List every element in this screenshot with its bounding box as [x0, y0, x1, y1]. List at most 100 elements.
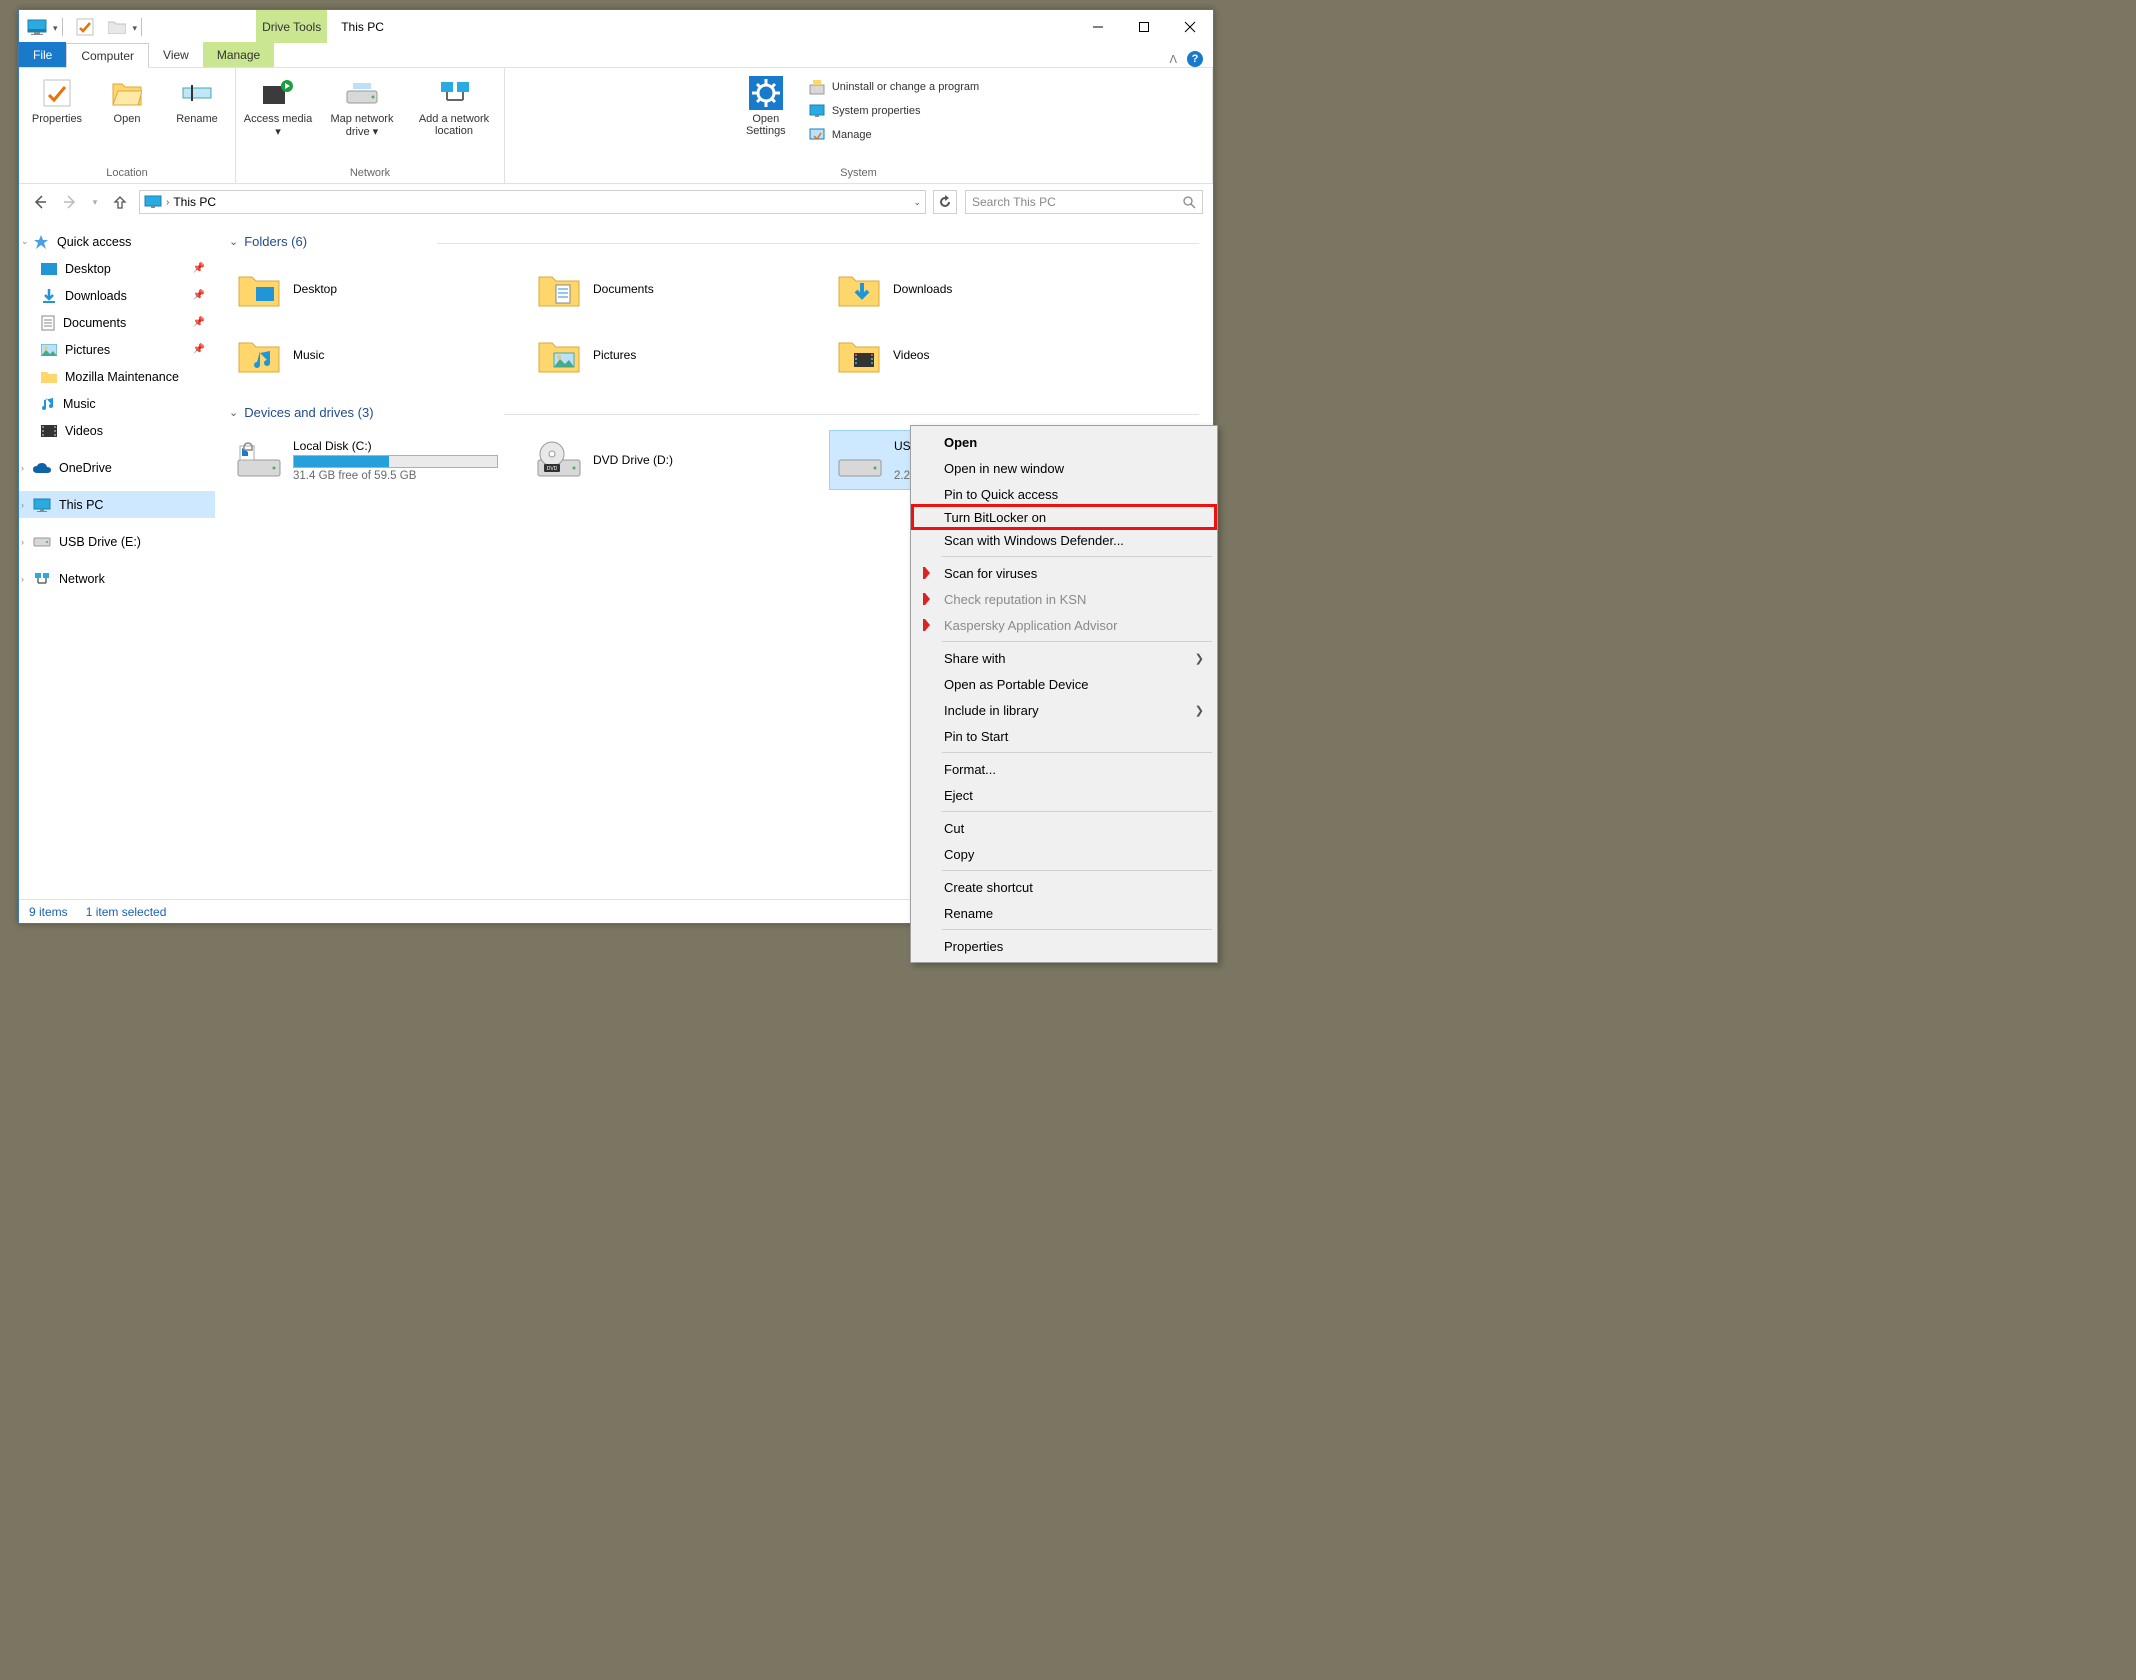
rename-label: Rename — [176, 113, 218, 125]
nav-downloads[interactable]: Downloads📌 — [19, 282, 215, 309]
drives-section-header[interactable]: Devices and drives (3) — [229, 405, 374, 420]
kaspersky-icon — [920, 591, 936, 607]
cm-scan-viruses[interactable]: Scan for viruses — [914, 560, 1214, 586]
ribbon-group-network: Access media ▾ Map network drive ▾ Add a… — [236, 68, 505, 183]
folder-documents[interactable]: Documents — [529, 259, 819, 319]
folder-music[interactable]: Music — [229, 325, 519, 385]
nav-network[interactable]: ›Network — [19, 565, 215, 592]
nav-documents[interactable]: Documents📌 — [19, 309, 215, 336]
open-button[interactable]: Open — [95, 72, 159, 165]
close-button[interactable] — [1167, 12, 1213, 42]
nav-recent-dropdown[interactable]: ▾ — [89, 191, 101, 213]
documents-icon — [41, 315, 55, 331]
nav-mozilla[interactable]: Mozilla Maintenance — [19, 363, 215, 390]
ribbon-group-system-label: System — [840, 165, 877, 181]
cm-create-shortcut[interactable]: Create shortcut — [914, 874, 1214, 900]
tab-view[interactable]: View — [149, 42, 203, 67]
folders-section-header[interactable]: Folders (6) — [229, 234, 307, 249]
rename-icon — [180, 76, 214, 110]
tab-file[interactable]: File — [19, 42, 66, 67]
cm-copy[interactable]: Copy — [914, 841, 1214, 867]
drive-capacity-bar — [293, 455, 498, 468]
cm-separator — [942, 752, 1212, 753]
rename-button[interactable]: Rename — [165, 72, 229, 165]
properties-label: Properties — [32, 113, 82, 125]
cm-cut[interactable]: Cut — [914, 815, 1214, 841]
collapse-ribbon-icon[interactable]: ᐱ — [1169, 53, 1177, 66]
nav-onedrive[interactable]: ›OneDrive — [19, 454, 215, 481]
app-icon[interactable] — [23, 13, 51, 41]
refresh-button[interactable] — [933, 190, 957, 214]
search-input[interactable]: Search This PC — [965, 190, 1203, 214]
nav-usb-drive[interactable]: ›USB Drive (E:) — [19, 528, 215, 555]
help-icon[interactable]: ? — [1187, 51, 1203, 67]
uninstall-program-button[interactable]: Uninstall or change a program — [804, 76, 983, 98]
nav-quick-access[interactable]: ⌄ Quick access — [19, 228, 215, 255]
nav-quick-access-label: Quick access — [57, 235, 131, 249]
properties-button[interactable]: Properties — [25, 72, 89, 165]
address-dropdown-icon[interactable]: ⌄ — [913, 197, 921, 208]
nav-back-button[interactable] — [29, 191, 51, 213]
nav-up-button[interactable] — [109, 191, 131, 213]
system-properties-button[interactable]: System properties — [804, 100, 983, 122]
cm-include-library[interactable]: Include in library❯ — [914, 697, 1214, 723]
cm-open-portable[interactable]: Open as Portable Device — [914, 671, 1214, 697]
properties-icon — [40, 76, 74, 110]
maximize-button[interactable] — [1121, 12, 1167, 42]
folder-videos[interactable]: Videos — [829, 325, 1119, 385]
drive-local-c[interactable]: Local Disk (C:) 31.4 GB free of 59.5 GB — [229, 430, 519, 490]
cm-format[interactable]: Format... — [914, 756, 1214, 782]
map-drive-button[interactable]: Map network drive ▾ — [320, 72, 404, 165]
manage-icon — [808, 126, 826, 144]
folder-icon — [41, 370, 57, 383]
drive-dvd-d[interactable]: DVD DVD Drive (D:) — [529, 430, 819, 490]
qat-new-folder-icon[interactable] — [103, 13, 131, 41]
nav-music[interactable]: Music — [19, 390, 215, 417]
qat-customize-dropdown[interactable] — [131, 18, 138, 36]
nav-this-pc[interactable]: ›This PC — [19, 491, 215, 518]
nav-videos[interactable]: Videos — [19, 417, 215, 444]
cm-open[interactable]: Open — [914, 429, 1214, 455]
cm-pin-to-start[interactable]: Pin to Start — [914, 723, 1214, 749]
access-media-button[interactable]: Access media ▾ — [242, 72, 314, 165]
address-pc-icon — [144, 195, 162, 209]
contextual-tab-drive-tools[interactable]: Drive Tools — [256, 10, 327, 43]
qat-properties-icon[interactable] — [71, 13, 99, 41]
kaspersky-icon — [920, 617, 936, 633]
add-network-location-button[interactable]: Add a network location — [410, 72, 498, 165]
tab-computer[interactable]: Computer — [66, 43, 149, 68]
nav-pictures[interactable]: Pictures📌 — [19, 336, 215, 363]
nav-forward-button[interactable] — [59, 191, 81, 213]
breadcrumb-separator[interactable]: › — [166, 197, 169, 208]
tab-manage[interactable]: Manage — [203, 42, 274, 67]
pin-icon: 📌 — [193, 290, 205, 301]
cm-rename[interactable]: Rename — [914, 900, 1214, 926]
cm-properties[interactable]: Properties — [914, 933, 1214, 959]
ribbon-group-network-label: Network — [350, 165, 390, 181]
breadcrumb-this-pc[interactable]: This PC — [173, 195, 216, 209]
minimize-button[interactable] — [1075, 12, 1121, 42]
open-settings-button[interactable]: Open Settings — [734, 72, 798, 137]
cm-open-new-window[interactable]: Open in new window — [914, 455, 1214, 481]
map-drive-icon — [345, 76, 379, 110]
open-folder-icon — [110, 76, 144, 110]
settings-gear-icon — [749, 76, 783, 110]
address-bar[interactable]: › This PC ⌄ — [139, 190, 926, 214]
context-menu: Open Open in new window Pin to Quick acc… — [910, 425, 1218, 963]
folder-pictures[interactable]: Pictures — [529, 325, 819, 385]
cm-scan-defender[interactable]: Scan with Windows Defender... — [914, 527, 1214, 553]
qat-app-dropdown[interactable] — [51, 18, 58, 36]
folder-icon — [535, 265, 583, 313]
submenu-arrow-icon: ❯ — [1195, 704, 1204, 717]
folder-downloads[interactable]: Downloads — [829, 259, 1119, 319]
drive-dvd-name: DVD Drive (D:) — [593, 453, 673, 467]
window-title: This PC — [341, 20, 384, 34]
media-icon — [261, 76, 295, 110]
folder-desktop[interactable]: Desktop — [229, 259, 519, 319]
cm-share-with[interactable]: Share with❯ — [914, 645, 1214, 671]
nav-desktop[interactable]: Desktop📌 — [19, 255, 215, 282]
pictures-icon — [41, 344, 57, 356]
manage-button[interactable]: Manage — [804, 124, 983, 146]
cm-eject[interactable]: Eject — [914, 782, 1214, 808]
ribbon-group-location-label: Location — [106, 165, 148, 181]
